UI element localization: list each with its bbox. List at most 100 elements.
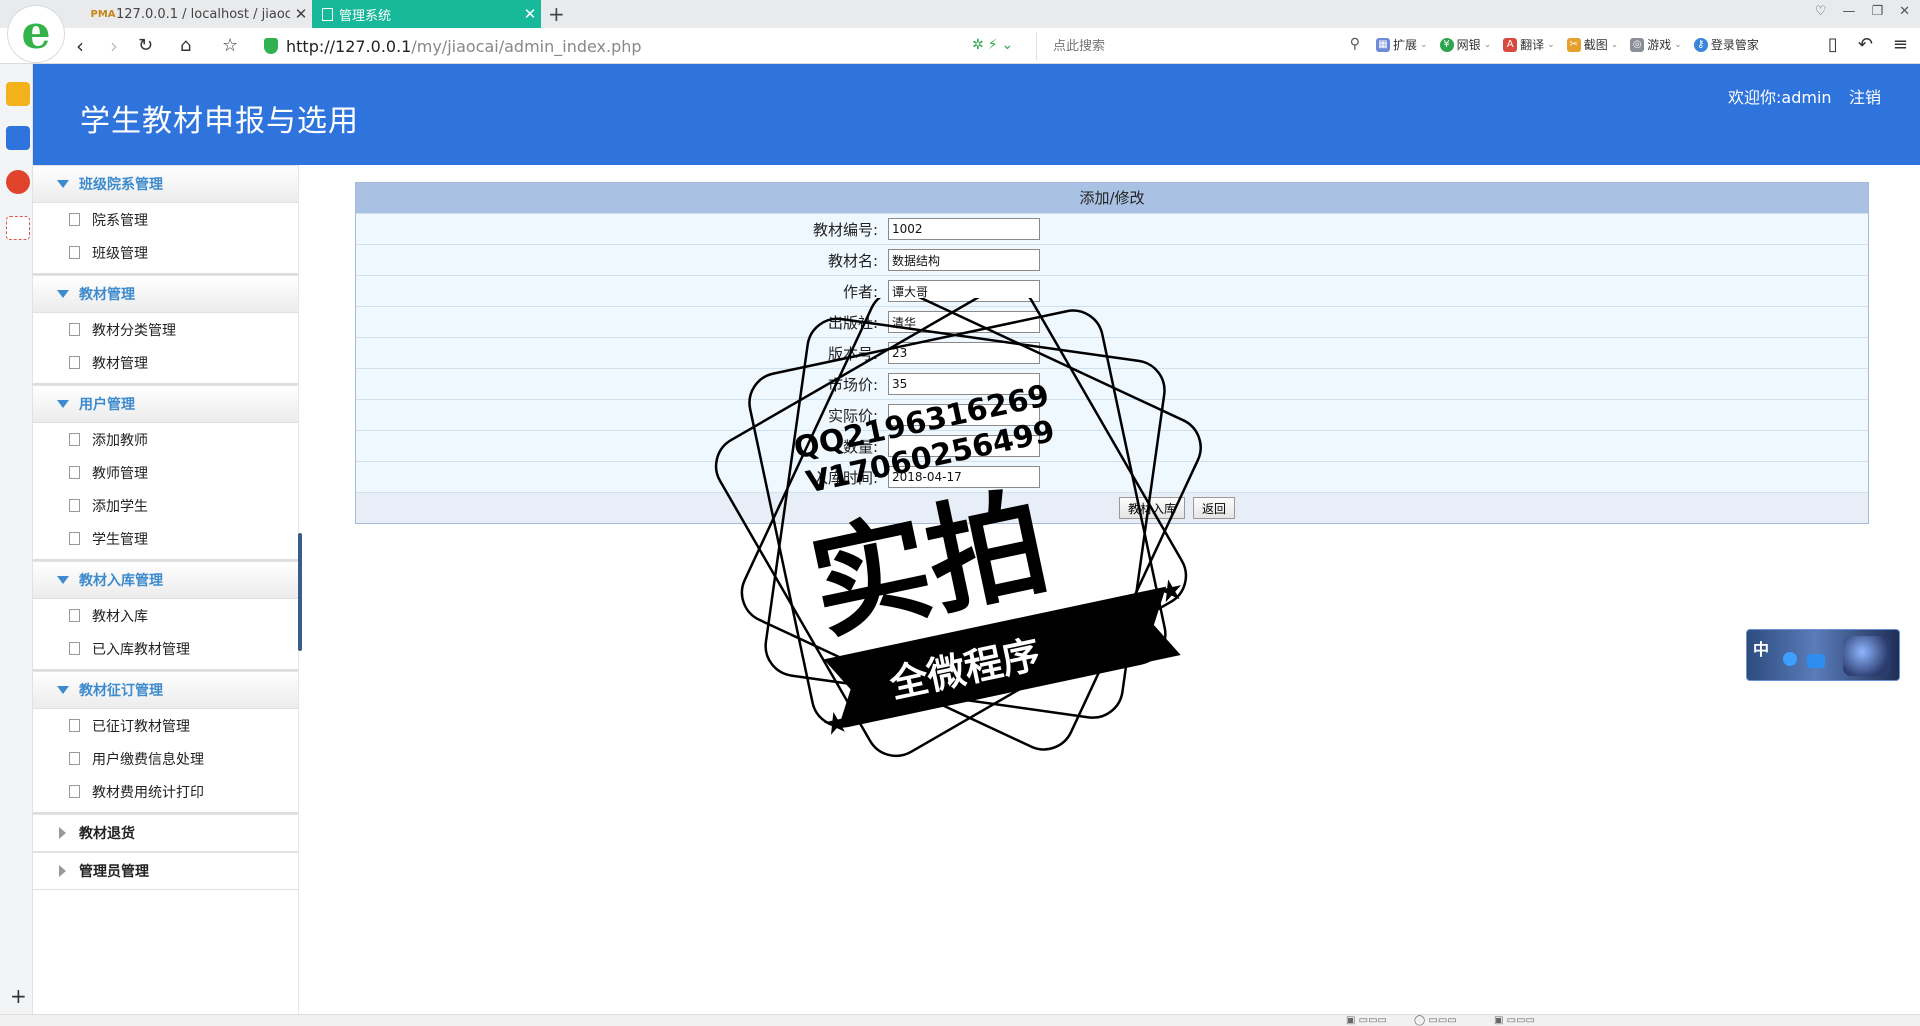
version-input[interactable]: [888, 342, 1040, 364]
menu-item-class-manage[interactable]: 班级管理: [33, 236, 298, 269]
mail-icon[interactable]: [6, 216, 30, 240]
address-bar[interactable]: http://127.0.0.1/my/jiaocai/admin_index.…: [264, 32, 1034, 60]
expanded-triangle-icon: [57, 400, 69, 408]
publisher-input[interactable]: [888, 311, 1040, 333]
restore-icon[interactable]: ❐: [1871, 4, 1883, 19]
status-item[interactable]: ▣ ▭▭▭: [1494, 1015, 1535, 1026]
extension-icon: ▦: [1376, 37, 1390, 52]
form-row-actual-price: 实际价:: [356, 399, 1868, 430]
status-item[interactable]: ▣ ▭▭▭: [1346, 1015, 1387, 1026]
ime-toolbar[interactable]: 中: [1746, 629, 1900, 681]
reload-icon[interactable]: ↻: [138, 34, 153, 58]
menu-item-payment-process[interactable]: 用户缴费信息处理: [33, 742, 298, 775]
menu-group-admin[interactable]: 管理员管理: [33, 852, 298, 890]
skin-icon[interactable]: ♡: [1815, 4, 1827, 19]
field-label: 市场价:: [827, 375, 878, 394]
menu-group-stock-in[interactable]: 教材入库管理: [33, 561, 298, 599]
app-title: 学生教材申报与选用: [80, 104, 359, 139]
menu-item-student-manage[interactable]: 学生管理: [33, 522, 298, 555]
browser-tab-phpmyadmin[interactable]: PMA 127.0.0.1 / localhost / jiaocai ✕: [86, 0, 312, 28]
tab-label: 127.0.0.1 / localhost / jiaocai: [116, 6, 290, 22]
close-tab-icon[interactable]: ✕: [290, 5, 312, 23]
author-input[interactable]: [888, 280, 1040, 302]
submit-stock-in-button[interactable]: 教材入库: [1118, 497, 1185, 519]
url-text: http://127.0.0.1/my/jiaocai/admin_index.…: [286, 36, 642, 56]
textbook-form: 添加/修改 教材编号: 教材名: 作者: 出版社: 版本号: 市场价: 实际价:…: [355, 182, 1869, 524]
menu-group-user[interactable]: 用户管理: [33, 385, 298, 423]
menu-item-teacher-manage[interactable]: 教师管理: [33, 456, 298, 489]
menu-item-stocked-manage[interactable]: 已入库教材管理: [33, 632, 298, 665]
form-row-stock-date: 入库时间:: [356, 461, 1868, 492]
translate-button[interactable]: A 翻译 ⌄: [1503, 36, 1555, 53]
minimize-icon[interactable]: —: [1842, 4, 1855, 19]
ime-emoji-icon[interactable]: [1783, 652, 1797, 666]
expanded-triangle-icon: [57, 686, 69, 694]
extension-button[interactable]: ▦ 扩展 ⌄: [1376, 36, 1428, 53]
reading-list-icon[interactable]: [6, 126, 30, 150]
menu-group-return[interactable]: 教材退货: [33, 814, 298, 852]
menu-item-add-teacher[interactable]: 添加教师: [33, 423, 298, 456]
status-item[interactable]: ◯ ▭▭▭: [1414, 1015, 1457, 1026]
browser-tab-admin[interactable]: 管理系统 ✕: [312, 0, 541, 28]
forward-icon[interactable]: ›: [110, 34, 118, 58]
ime-mode-label[interactable]: 中: [1753, 636, 1769, 660]
search-icon[interactable]: ⚲: [1350, 36, 1360, 52]
expanded-triangle-icon: [57, 576, 69, 584]
actual-price-input[interactable]: [888, 404, 1040, 426]
browser-tab-bar: PMA 127.0.0.1 / localhost / jiaocai ✕ 管理…: [0, 0, 1920, 28]
favorites-star-icon[interactable]: [6, 82, 30, 106]
textbook-name-input[interactable]: [888, 249, 1040, 271]
search-box[interactable]: ⚲: [1036, 32, 1366, 60]
weibo-icon[interactable]: [6, 170, 30, 194]
form-row-version: 版本号:: [356, 337, 1868, 368]
market-price-input[interactable]: [888, 373, 1040, 395]
document-icon: [69, 785, 80, 798]
field-label: 出版社:: [827, 313, 878, 332]
back-button[interactable]: 返回: [1193, 497, 1236, 519]
add-panel-icon[interactable]: +: [10, 984, 27, 1008]
stock-date-input[interactable]: [888, 466, 1040, 488]
menu-item-textbook-manage[interactable]: 教材管理: [33, 346, 298, 379]
browser-side-panel: +: [0, 64, 33, 1014]
form-row-code: 教材编号:: [356, 213, 1868, 244]
menu-item-department-manage[interactable]: 院系管理: [33, 203, 298, 236]
window-controls: ♡ — ❐ ✕: [1815, 4, 1910, 19]
field-label: 入库时间:: [812, 468, 878, 487]
menu-item-add-student[interactable]: 添加学生: [33, 489, 298, 522]
quantity-input[interactable]: [888, 435, 1040, 457]
ime-skin-icon[interactable]: [1807, 654, 1825, 668]
document-icon: [69, 609, 80, 622]
menu-item-textbook-category[interactable]: 教材分类管理: [33, 313, 298, 346]
screenshot-button[interactable]: ✂ 截图 ⌄: [1566, 36, 1618, 53]
ime-character-image: [1843, 636, 1891, 676]
speed-mode-icon[interactable]: ✲⚡⌄: [972, 37, 1017, 53]
menu-group-order[interactable]: 教材征订管理: [33, 671, 298, 709]
back-icon[interactable]: ‹: [76, 34, 84, 58]
menu-icon[interactable]: ≡: [1893, 34, 1908, 55]
menu-item-ordered-manage[interactable]: 已征订教材管理: [33, 709, 298, 742]
home-icon[interactable]: ⌂: [180, 34, 191, 58]
login-manager-button[interactable]: ⚷ 登录管家: [1693, 36, 1759, 53]
new-tab-button[interactable]: +: [548, 2, 565, 26]
search-input[interactable]: [1053, 38, 1313, 54]
menu-item-fee-print[interactable]: 教材费用统计打印: [33, 775, 298, 808]
game-button[interactable]: ◎ 游戏 ⌄: [1630, 36, 1682, 53]
menu-item-stock-in[interactable]: 教材入库: [33, 599, 298, 632]
collapsed-triangle-icon: [59, 865, 66, 877]
sidebar-toggle-icon[interactable]: ▯: [1828, 34, 1838, 55]
browser-logo[interactable]: e: [8, 6, 64, 62]
document-icon: [69, 433, 80, 446]
undo-icon[interactable]: ↶: [1858, 34, 1873, 55]
username: admin: [1781, 88, 1832, 107]
favorite-star-icon[interactable]: ☆: [222, 34, 238, 58]
menu-group-textbook[interactable]: 教材管理: [33, 275, 298, 313]
logout-link[interactable]: 注销: [1849, 84, 1881, 108]
sidebar-resize-handle[interactable]: [298, 533, 302, 651]
textbook-code-input[interactable]: [888, 218, 1040, 240]
app-header: 学生教材申报与选用 欢迎你:admin 注销: [33, 64, 1920, 165]
close-tab-icon[interactable]: ✕: [519, 5, 541, 23]
close-window-icon[interactable]: ✕: [1899, 4, 1910, 19]
bank-button[interactable]: ¥ 网银 ⌄: [1439, 36, 1491, 53]
menu-group-department[interactable]: 班级院系管理: [33, 165, 298, 203]
form-actions: 教材入库 返回: [356, 492, 1868, 523]
